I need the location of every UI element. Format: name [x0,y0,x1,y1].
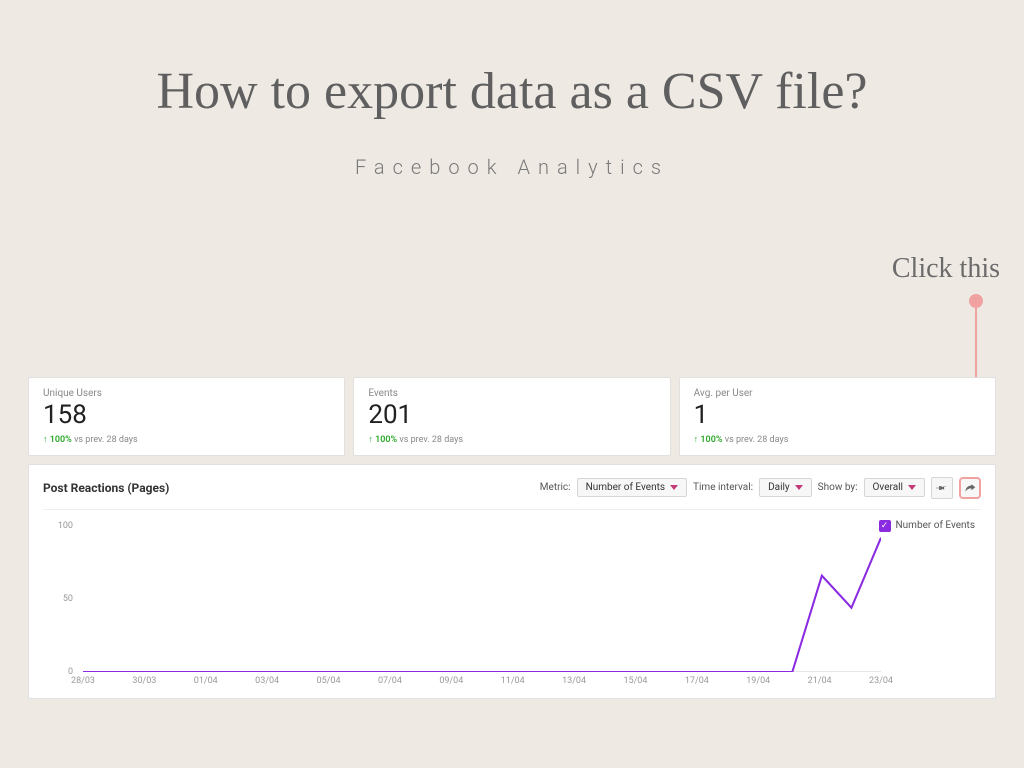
delta-pct: 100% [375,435,397,445]
caret-down-icon [670,485,678,490]
stat-card-label: Avg. per User [694,388,981,399]
delta-text: vs prev. 28 days [74,435,138,445]
stat-card-delta: ↑ 100% vs prev. 28 days [368,434,655,445]
delta-up-icon: ↑ 100% [368,435,397,445]
metric-dropdown[interactable]: Number of Events [577,478,687,497]
interval-dropdown-value: Daily [768,482,790,493]
stat-card-avg-per-user[interactable]: Avg. per User 1 ↑ 100% vs prev. 28 days [679,377,996,456]
stat-card-value: 201 [368,401,655,430]
delta-pct: 100% [50,435,72,445]
export-button[interactable] [959,477,981,499]
caret-down-icon [795,485,803,490]
x-tick: 17/04 [685,676,709,686]
x-tick: 05/04 [317,676,341,686]
annotation-label: Click this [892,253,1000,285]
delta-up-icon: ↑ 100% [43,435,72,445]
x-tick: 21/04 [808,676,832,686]
x-tick: 15/04 [623,676,647,686]
x-tick: 01/04 [194,676,218,686]
chart-legend[interactable]: ✓ Number of Events [879,520,975,532]
stat-card-value: 1 [694,401,981,430]
chart-title: Post Reactions (Pages) [43,481,169,495]
x-tick: 11/04 [501,676,525,686]
x-tick: 23/04 [869,676,893,686]
caret-down-icon [908,485,916,490]
x-tick: 09/04 [439,676,463,686]
delta-pct: 100% [700,435,722,445]
dashboard: Unique Users 158 ↑ 100% vs prev. 28 days… [28,377,996,699]
y-axis: 100 50 0 [43,526,79,672]
y-tick: 50 [43,594,73,604]
stat-card-events[interactable]: Events 201 ↑ 100% vs prev. 28 days [353,377,670,456]
interval-dropdown[interactable]: Daily [759,478,812,497]
page-subtitle: Facebook Analytics [0,155,1024,179]
stat-card-unique-users[interactable]: Unique Users 158 ↑ 100% vs prev. 28 days [28,377,345,456]
chart-svg [83,526,881,672]
delta-text: vs prev. 28 days [399,435,463,445]
share-arrow-icon [964,482,976,494]
chart-header: Post Reactions (Pages) Metric: Number of… [43,477,981,510]
x-tick: 03/04 [255,676,279,686]
stat-cards-row: Unique Users 158 ↑ 100% vs prev. 28 days… [28,377,996,456]
y-tick: 100 [43,521,73,531]
x-tick: 30/03 [132,676,156,686]
interval-label: Time interval: [693,482,753,493]
page-title: How to export data as a CSV file? [0,62,1024,121]
stat-card-delta: ↑ 100% vs prev. 28 days [694,434,981,445]
chart-controls: Metric: Number of Events Time interval: … [540,477,981,499]
delta-text: vs prev. 28 days [725,435,789,445]
showby-dropdown[interactable]: Overall [864,478,925,497]
x-tick: 28/03 [71,676,95,686]
x-tick: 13/04 [562,676,586,686]
delta-up-icon: ↑ 100% [694,435,723,445]
stat-card-label: Unique Users [43,388,330,399]
stat-card-value: 158 [43,401,330,430]
stat-card-delta: ↑ 100% vs prev. 28 days [43,434,330,445]
x-tick: 19/04 [746,676,770,686]
y-tick: 0 [43,667,73,677]
legend-label: Number of Events [896,520,975,531]
metric-dropdown-value: Number of Events [586,482,665,493]
x-tick: 07/04 [378,676,402,686]
pin-button[interactable] [931,477,953,499]
chart-card: Post Reactions (Pages) Metric: Number of… [28,464,996,699]
chart-body: ✓ Number of Events 100 50 0 28/0330/0301… [43,520,981,690]
chart-plot [83,526,881,672]
pin-icon [936,482,948,494]
showby-dropdown-value: Overall [873,482,903,493]
metric-label: Metric: [540,482,571,493]
x-axis: 28/0330/0301/0403/0405/0407/0409/0411/04… [83,674,881,690]
showby-label: Show by: [818,482,858,493]
stat-card-label: Events [368,388,655,399]
